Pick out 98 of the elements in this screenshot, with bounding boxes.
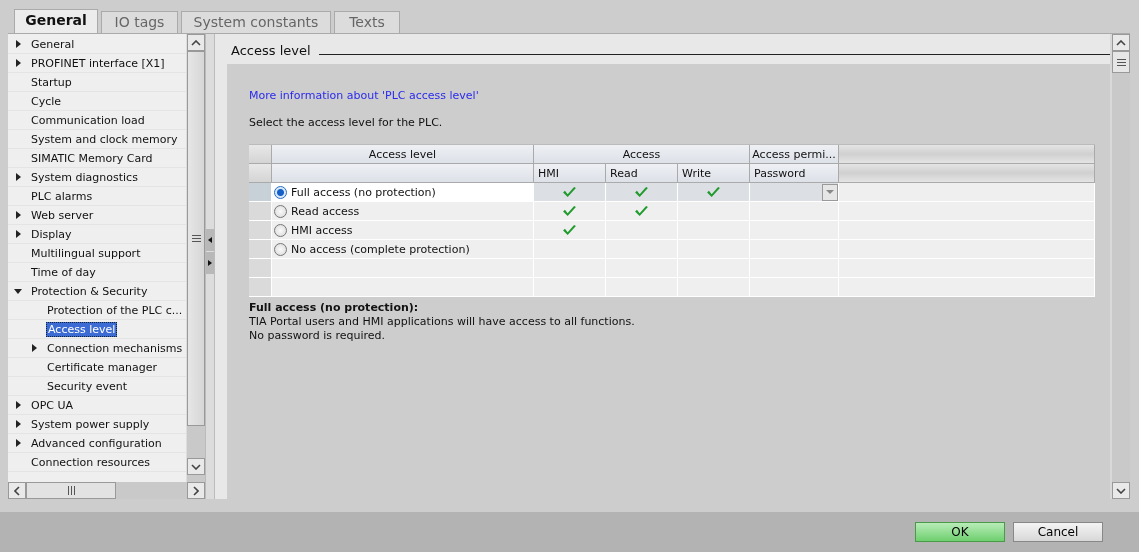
chevron-down-icon bbox=[191, 463, 201, 470]
option-label: No access (complete protection) bbox=[291, 242, 470, 256]
table-cell bbox=[534, 278, 606, 297]
tree-item[interactable]: PROFINET interface [X1] bbox=[30, 55, 166, 71]
tree-item[interactable]: Connection resources bbox=[30, 454, 152, 470]
tab[interactable]: General bbox=[14, 9, 98, 33]
tab[interactable]: IO tags bbox=[101, 11, 178, 33]
scroll-thumb[interactable] bbox=[187, 51, 205, 426]
tree-item[interactable]: OPC UA bbox=[30, 397, 75, 413]
column-header[interactable]: Access permi... bbox=[750, 145, 839, 164]
tree-item[interactable]: Startup bbox=[30, 74, 73, 90]
expand-icon[interactable] bbox=[14, 439, 22, 447]
tree-item[interactable]: Advanced configuration bbox=[30, 435, 163, 451]
check-icon bbox=[562, 224, 577, 236]
tree-item[interactable]: General bbox=[30, 36, 76, 52]
column-header[interactable]: Access bbox=[534, 145, 750, 164]
corner-header bbox=[249, 164, 272, 183]
scroll-left-button[interactable] bbox=[8, 482, 26, 499]
password-dropdown[interactable] bbox=[822, 183, 838, 201]
tree-item[interactable]: Access level bbox=[46, 321, 118, 337]
tree-item[interactable]: Communication load bbox=[30, 112, 146, 128]
radio-button[interactable] bbox=[274, 204, 287, 218]
tree-item[interactable]: PLC alarms bbox=[30, 188, 94, 204]
grip-icon bbox=[67, 486, 75, 495]
tree-item[interactable]: Multilingual support bbox=[30, 245, 142, 261]
grip-icon bbox=[1116, 58, 1126, 66]
check-icon bbox=[562, 205, 577, 217]
tree-item[interactable]: System and clock memory bbox=[30, 131, 179, 147]
triangle-right-icon bbox=[208, 260, 212, 266]
collapse-icon[interactable] bbox=[14, 287, 22, 295]
check-icon bbox=[706, 186, 721, 198]
grip-icon bbox=[191, 235, 201, 242]
expand-icon[interactable] bbox=[14, 420, 22, 428]
expand-right-button[interactable] bbox=[206, 252, 214, 274]
tree-item[interactable]: System diagnostics bbox=[30, 169, 139, 185]
column-header[interactable]: Access level bbox=[272, 145, 534, 164]
check-icon bbox=[634, 186, 649, 198]
scrollbar[interactable] bbox=[1110, 34, 1130, 499]
expand-icon[interactable] bbox=[14, 173, 22, 181]
scroll-right-button[interactable] bbox=[187, 482, 205, 499]
expand-icon[interactable] bbox=[30, 344, 38, 352]
corner-header bbox=[249, 145, 272, 164]
tree-item[interactable]: Certificate manager bbox=[46, 359, 159, 375]
chevron-up-icon bbox=[1116, 39, 1126, 46]
scroll-up-button[interactable] bbox=[1112, 34, 1130, 51]
collapse-left-button[interactable] bbox=[206, 229, 214, 251]
expand-icon[interactable] bbox=[14, 59, 22, 67]
help-link[interactable]: More information about 'PLC access level' bbox=[249, 89, 479, 102]
tree-item[interactable]: Display bbox=[30, 226, 73, 242]
option-label: Full access (no protection) bbox=[291, 185, 436, 199]
tree-item[interactable]: SIMATIC Memory Card bbox=[30, 150, 154, 166]
tree-item[interactable]: Protection of the PLC c... bbox=[46, 302, 184, 318]
scroll-up-button[interactable] bbox=[187, 34, 205, 51]
tree-item[interactable]: Cycle bbox=[30, 93, 63, 109]
radio-button[interactable] bbox=[274, 242, 287, 256]
expand-icon[interactable] bbox=[14, 211, 22, 219]
check-icon bbox=[634, 205, 649, 217]
ok-button[interactable]: OK bbox=[915, 522, 1005, 542]
scroll-thumb[interactable] bbox=[1112, 51, 1130, 73]
expand-icon[interactable] bbox=[14, 401, 22, 409]
radio-button[interactable] bbox=[274, 223, 287, 237]
table-cell bbox=[606, 278, 678, 297]
tree-item[interactable]: Connection mechanisms bbox=[46, 340, 184, 356]
description-text: No password is required. bbox=[249, 329, 387, 343]
description-text: TIA Portal users and HMI applications will have access to all functions. bbox=[249, 315, 635, 329]
chevron-left-icon bbox=[14, 485, 20, 496]
scrollbar[interactable] bbox=[186, 34, 205, 482]
tree-item[interactable]: Time of day bbox=[30, 264, 97, 280]
tab[interactable]: System constants bbox=[181, 11, 331, 33]
scroll-down-button[interactable] bbox=[187, 458, 205, 475]
column-header[interactable]: Password bbox=[750, 164, 839, 183]
column-header[interactable]: Write bbox=[678, 164, 750, 183]
scroll-down-button[interactable] bbox=[1112, 482, 1130, 499]
radio-button[interactable] bbox=[274, 185, 287, 199]
description-title: Full access (no protection): bbox=[249, 301, 420, 315]
chevron-down-icon bbox=[1116, 487, 1126, 494]
chevron-right-icon bbox=[193, 485, 199, 496]
option-label: HMI access bbox=[291, 223, 353, 237]
option-label: Read access bbox=[291, 204, 360, 218]
table-cell bbox=[678, 278, 750, 297]
expand-icon[interactable] bbox=[14, 40, 22, 48]
instruction-text: Select the access level for the PLC. bbox=[249, 116, 443, 129]
tree-item[interactable]: System power supply bbox=[30, 416, 151, 432]
scroll-thumb[interactable] bbox=[26, 482, 116, 499]
caret-icon bbox=[826, 190, 834, 194]
tree-item[interactable]: Security event bbox=[46, 378, 128, 394]
section-title: Access level bbox=[231, 43, 311, 58]
horizontal-scrollbar[interactable] bbox=[8, 482, 205, 499]
chevron-up-icon bbox=[191, 39, 201, 46]
tree-item[interactable]: Web server bbox=[30, 207, 95, 223]
expand-icon[interactable] bbox=[14, 230, 22, 238]
check-icon bbox=[562, 186, 577, 198]
column-header[interactable]: HMI bbox=[534, 164, 606, 183]
triangle-left-icon bbox=[208, 237, 212, 243]
tab[interactable]: Texts bbox=[334, 11, 400, 33]
tree-item[interactable]: Protection & Security bbox=[30, 283, 149, 299]
cancel-button[interactable]: Cancel bbox=[1013, 522, 1103, 542]
column-header[interactable]: Read bbox=[606, 164, 678, 183]
